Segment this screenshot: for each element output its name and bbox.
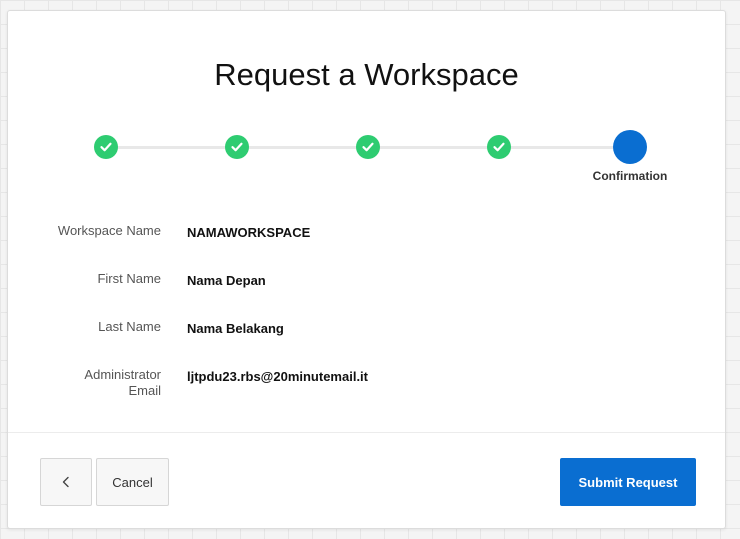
request-workspace-dialog: Request a Workspace Confirmation Workspa… — [7, 10, 726, 529]
last-name-label: Last Name — [98, 319, 161, 334]
submit-request-button[interactable]: Submit Request — [560, 458, 696, 506]
check-icon — [231, 142, 243, 152]
footer-divider — [8, 432, 725, 433]
check-icon — [100, 142, 112, 152]
workspace-name-label: Workspace Name — [57, 223, 161, 238]
step-1-complete — [94, 135, 118, 159]
step-2-complete — [225, 135, 249, 159]
chevron-left-icon — [62, 476, 69, 488]
step-3-complete — [356, 135, 380, 159]
check-icon — [493, 142, 505, 152]
step-4-complete — [487, 135, 511, 159]
wizard-progress: Confirmation — [8, 11, 725, 191]
admin-email-label: Administrator Email — [84, 367, 161, 398]
last-name-value: Nama Belakang — [187, 321, 284, 336]
back-button[interactable] — [40, 458, 92, 506]
cancel-button[interactable]: Cancel — [96, 458, 169, 506]
check-icon — [362, 142, 374, 152]
step-5-label: Confirmation — [592, 169, 668, 183]
first-name-value: Nama Depan — [187, 273, 266, 288]
admin-email-value: ljtpdu23.rbs@20minutemail.it — [187, 369, 368, 384]
first-name-label: First Name — [97, 271, 161, 286]
workspace-name-value: NAMAWORKSPACE — [187, 225, 311, 240]
step-5-current — [613, 130, 647, 164]
